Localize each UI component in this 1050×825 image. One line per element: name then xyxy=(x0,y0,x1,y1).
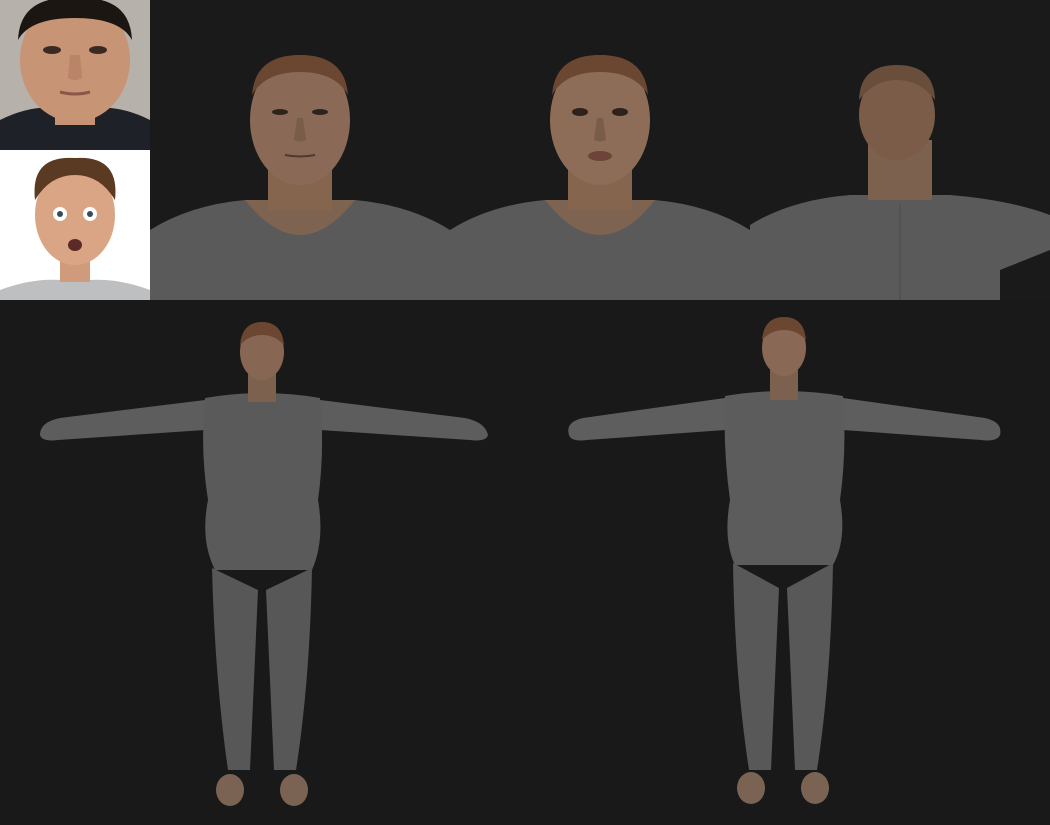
input-photo-neutral xyxy=(0,0,150,150)
head-back-render xyxy=(750,0,1050,300)
full-body-render-b xyxy=(525,300,1050,825)
avatar-head-back xyxy=(750,0,1050,300)
avatar-head-front xyxy=(150,0,450,300)
face-photo-surprised xyxy=(0,150,150,300)
head-front-render xyxy=(150,0,450,300)
avatar-full-body-b xyxy=(525,300,1050,825)
head-expression-render xyxy=(450,0,750,300)
full-body-render-a xyxy=(0,300,525,825)
input-photo-surprised xyxy=(0,150,150,300)
avatar-head-expression xyxy=(450,0,750,300)
avatar-full-body-a xyxy=(0,300,525,825)
face-photo-neutral xyxy=(0,0,150,150)
